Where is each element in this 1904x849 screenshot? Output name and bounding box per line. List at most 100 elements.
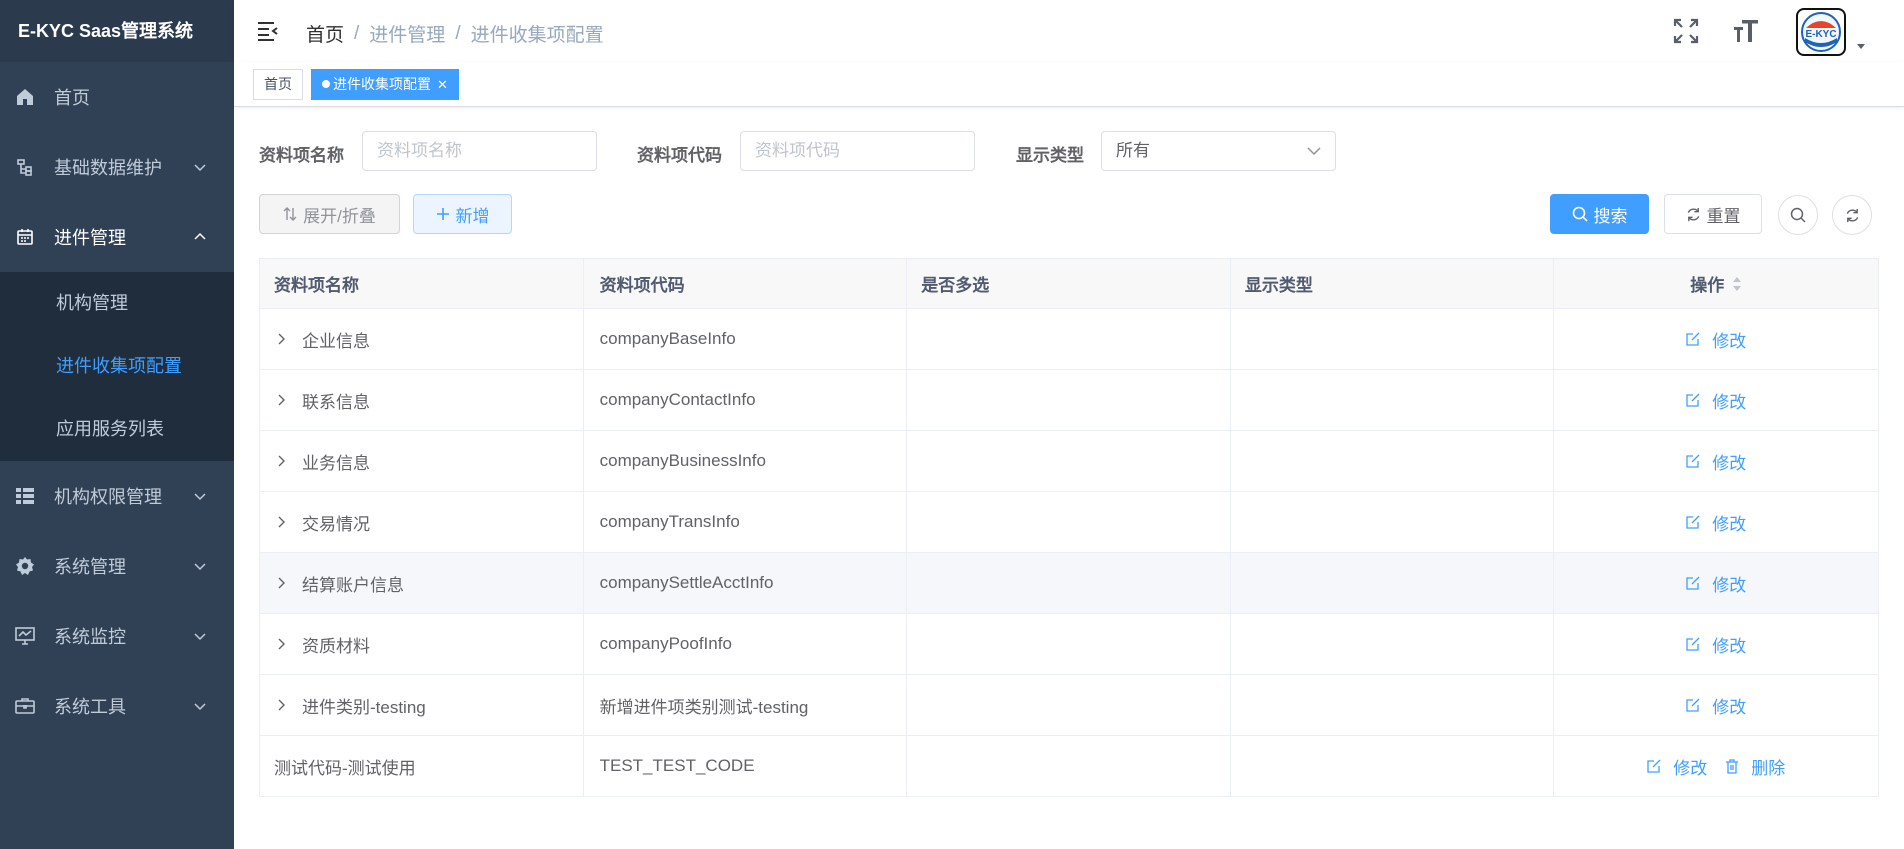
expand-arrow-icon[interactable] (274, 332, 288, 346)
plus-icon (436, 207, 450, 221)
expand-arrow-icon[interactable] (274, 576, 288, 590)
type-select-value: 所有 (1116, 141, 1150, 160)
cell-actions: 修改 (1554, 370, 1878, 430)
tree-icon (14, 156, 36, 178)
avatar-logo-text: E-KYC (1805, 29, 1836, 40)
sidebar-item-monitor[interactable]: 系统监控 (0, 601, 234, 671)
column-header-actions[interactable]: 操作 (1554, 259, 1878, 308)
sidebar-item-org-permission[interactable]: 机构权限管理 (0, 461, 234, 531)
expand-arrow-icon[interactable] (274, 515, 288, 529)
expand-collapse-button[interactable]: 展开/折叠 (259, 194, 400, 234)
expand-arrow-icon[interactable] (274, 393, 288, 407)
font-size-icon[interactable] (1732, 17, 1760, 45)
table-row[interactable]: 业务信息 companyBusinessInfo 修改 (260, 431, 1878, 492)
refresh-icon (1846, 208, 1858, 222)
edit-button[interactable]: 修改 (1686, 327, 1746, 352)
edit-button[interactable]: 修改 (1686, 571, 1746, 596)
cell-type (1231, 309, 1555, 369)
gear-icon (14, 555, 36, 577)
sidebar-item-application[interactable]: 进件管理 (0, 202, 234, 272)
table-body: 企业信息 companyBaseInfo 修改 联系信息 companyContactI… (260, 309, 1878, 797)
cell-actions: 修改 (1554, 431, 1878, 491)
reset-button[interactable]: 重置 (1664, 194, 1762, 234)
cell-name: 业务信息 (260, 431, 584, 491)
avatar[interactable]: E-KYC (1796, 8, 1846, 56)
refresh-button[interactable] (1832, 195, 1872, 235)
sidebar-item-org-management[interactable]: 机构管理 (0, 272, 234, 335)
edit-icon (1686, 637, 1706, 651)
cell-type (1231, 492, 1555, 552)
expand-arrow-icon[interactable] (274, 454, 288, 468)
edit-icon (1686, 515, 1706, 529)
cell-multi (907, 370, 1231, 430)
sidebar-item-app-services[interactable]: 应用服务列表 (0, 398, 234, 461)
name-input[interactable]: 资料项名称 (362, 131, 597, 171)
sidebar-item-tools[interactable]: 系统工具 (0, 671, 234, 741)
column-header: 资料项代码 (584, 259, 908, 308)
home-icon (14, 86, 36, 108)
reset-label: 重置 (1706, 206, 1741, 226)
sidebar-item-basic-data[interactable]: 基础数据维护 (0, 132, 234, 202)
close-icon[interactable]: ✕ (437, 70, 448, 99)
cell-code: companyTransInfo (584, 492, 908, 552)
toggle-search-button[interactable] (1778, 195, 1818, 235)
expand-arrow-icon[interactable] (274, 637, 288, 651)
cell-actions: 修改 (1554, 309, 1878, 369)
search-button[interactable]: 搜索 (1550, 194, 1649, 234)
edit-button[interactable]: 修改 (1686, 693, 1746, 718)
hamburger-icon[interactable] (256, 20, 280, 42)
cell-text: 进件类别-testing (302, 697, 426, 717)
delete-button[interactable]: 删除 (1725, 754, 1785, 779)
action-label: 修改 (1712, 636, 1747, 656)
table-row[interactable]: 进件类别-testing 新增进件项类别测试-testing 修改 (260, 675, 1878, 736)
cell-text: 企业信息 (302, 331, 370, 351)
cell-actions: 修改 (1554, 614, 1878, 674)
code-input[interactable]: 资料项代码 (740, 131, 975, 171)
search-icon (1790, 207, 1806, 223)
table-row[interactable]: 结算账户信息 companySettleAcctInfo 修改 (260, 553, 1878, 614)
breadcrumb: 首页 / 进件管理 / 进件收集项配置 (306, 20, 604, 47)
action-label: 修改 (1712, 514, 1747, 534)
table-row[interactable]: 测试代码-测试使用 TEST_TEST_CODE 修改 删除 (260, 736, 1878, 797)
sort-caret-icon[interactable] (1732, 276, 1742, 292)
tag-home[interactable]: 首页 (253, 69, 303, 100)
table-row[interactable]: 联系信息 companyContactInfo 修改 (260, 370, 1878, 431)
edit-icon (1686, 454, 1706, 468)
table-row[interactable]: 企业信息 companyBaseInfo 修改 (260, 309, 1878, 370)
expand-arrow-icon[interactable] (274, 698, 288, 712)
toolbox-icon (14, 695, 36, 717)
tag-label: 首页 (264, 76, 292, 92)
edit-button[interactable]: 修改 (1686, 388, 1746, 413)
cell-multi (907, 553, 1231, 613)
calendar-icon (14, 226, 36, 248)
edit-button[interactable]: 修改 (1686, 449, 1746, 474)
tag-current[interactable]: 进件收集项配置 ✕ (311, 69, 459, 100)
add-button[interactable]: 新增 (413, 194, 512, 234)
add-label: 新增 (455, 206, 490, 226)
breadcrumb-home[interactable]: 首页 (306, 20, 344, 47)
cell-type (1231, 431, 1555, 491)
cell-type (1231, 675, 1555, 735)
cell-type (1231, 370, 1555, 430)
sidebar-item-collection-config[interactable]: 进件收集项配置 (0, 335, 234, 398)
action-label: 修改 (1712, 331, 1747, 351)
table-row[interactable]: 交易情况 companyTransInfo 修改 (260, 492, 1878, 553)
monitor-icon (14, 625, 36, 647)
edit-button[interactable]: 修改 (1647, 754, 1707, 779)
edit-button[interactable]: 修改 (1686, 632, 1746, 657)
action-label: 修改 (1712, 392, 1747, 412)
cell-multi (907, 431, 1231, 491)
caret-down-icon[interactable] (1856, 42, 1866, 50)
edit-button[interactable]: 修改 (1686, 510, 1746, 535)
sidebar-item-home[interactable]: 首页 (0, 62, 234, 132)
sidebar-item-system[interactable]: 系统管理 (0, 531, 234, 601)
type-select[interactable]: 所有 (1101, 131, 1336, 171)
cell-type (1231, 736, 1555, 796)
sidebar-item-label: 进件管理 (54, 228, 126, 248)
navbar: 首页 / 进件管理 / 进件收集项配置 E-KYC (234, 0, 1904, 62)
cell-multi (907, 492, 1231, 552)
action-label: 删除 (1751, 758, 1786, 778)
table-row[interactable]: 资质材料 companyPoofInfo 修改 (260, 614, 1878, 675)
cell-name: 测试代码-测试使用 (260, 736, 584, 796)
fullscreen-icon[interactable] (1672, 17, 1700, 45)
